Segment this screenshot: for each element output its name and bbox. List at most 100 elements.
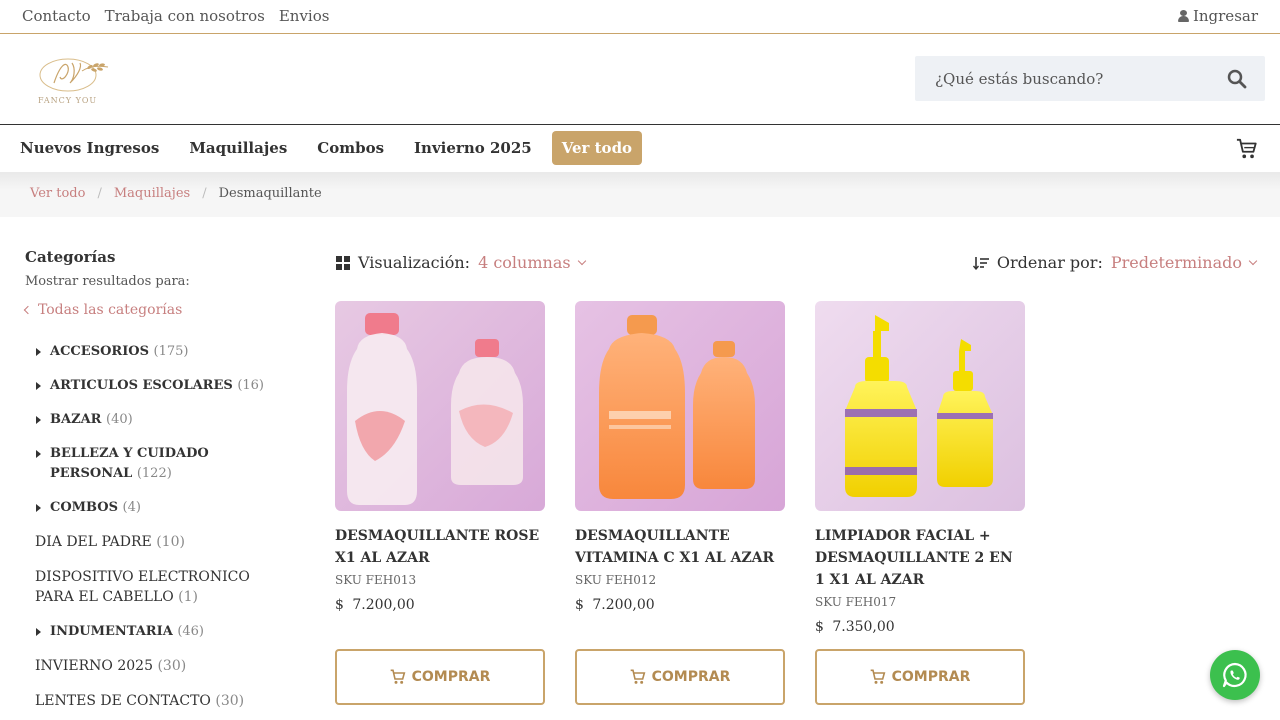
cart-icon [390,669,405,684]
shipping-link[interactable]: Envios [279,7,330,25]
buy-button[interactable]: COMPRAR [815,649,1025,705]
breadcrumb-see-all[interactable]: Ver todo [30,186,85,201]
product-price: $ 7.350,00 [815,619,895,635]
category-item[interactable]: INVIERNO 2025 (30) [35,656,280,676]
breadcrumb: Ver todo / Maquillajes / Desmaquillante [0,172,1280,217]
category-item[interactable]: INDUMENTARIA (46) [36,622,280,642]
chevron-down-icon [577,256,586,265]
breadcrumb-makeup[interactable]: Maquillajes [114,186,190,201]
sort-value: Predeterminado [1110,253,1242,272]
store-logo[interactable]: FANCY YOU [16,53,120,109]
category-item[interactable]: COMBOS (4) [36,498,280,518]
category-label: BAZAR [50,412,102,427]
chevron-down-icon [1248,256,1258,265]
jobs-link[interactable]: Trabaja con nosotros [105,7,265,25]
top-links: Contacto Trabaja con nosotros Envios [22,7,329,25]
category-item[interactable]: ARTICULOS ESCOLARES (16) [36,376,280,396]
cart-icon[interactable] [1236,138,1258,160]
logo-text: FANCY YOU [38,96,97,105]
category-item[interactable]: DISPOSITIVO ELECTRONICO PARA EL CABELLO … [35,567,275,607]
category-item[interactable]: LENTES DE CONTACTO (30) [35,691,280,711]
product-sku: SKU FEH013 [335,573,417,587]
category-label: COMBOS [50,500,119,515]
sort-icon [972,256,989,270]
nav-see-all-button[interactable]: Ver todo [551,131,643,165]
expand-arrow-icon [36,450,41,458]
grid-icon [336,255,350,270]
breadcrumb-separator: / [97,186,102,201]
category-count: (40) [106,412,133,427]
product-sku: SKU FEH012 [575,573,657,587]
sort-selector: Ordenar por: Predeterminado [972,253,1258,272]
cart-icon [630,669,645,684]
category-count: (4) [122,500,141,515]
sidebar-title: Categorías [25,248,116,266]
product-name[interactable]: DESMAQUILLANTE VITAMINA C X1 AL AZAR [575,525,785,569]
buy-label: COMPRAR [651,669,731,685]
nav-item-combos[interactable]: Combos [317,131,384,165]
user-icon [1177,10,1189,22]
product-price: $ 7.200,00 [335,597,415,613]
category-item[interactable]: ACCESORIOS (175) [36,342,280,362]
product-image[interactable] [575,301,785,511]
search-box [915,56,1265,101]
expand-arrow-icon [36,382,41,390]
category-count: (10) [156,534,185,550]
search-icon[interactable] [1227,69,1247,89]
sort-label: Ordenar por: [996,253,1103,272]
product-card: DESMAQUILLANTE VITAMINA C X1 AL AZAR SKU… [575,301,785,613]
category-count: (30) [157,658,187,674]
category-label: LENTES DE CONTACTO [35,693,211,709]
whatsapp-button[interactable] [1210,650,1260,700]
cart-icon [870,669,885,684]
all-categories-label: Todas las categorías [38,302,183,318]
contact-link[interactable]: Contacto [22,7,91,25]
category-count: (175) [153,344,189,359]
view-label: Visualización: [358,253,471,272]
category-label: DISPOSITIVO ELECTRONICO PARA EL CABELLO [35,569,250,605]
buy-label: COMPRAR [411,669,491,685]
login-label: Ingresar [1192,7,1258,25]
category-sidebar: Categorías Mostrar resultados para: Toda… [23,248,285,709]
expand-arrow-icon [36,628,41,636]
product-name[interactable]: LIMPIADOR FACIAL + DESMAQUILLANTE 2 EN 1… [815,525,1025,591]
nav-item-makeup[interactable]: Maquillajes [189,131,287,165]
product-card: DESMAQUILLANTE ROSE X1 AL AZAR SKU FEH01… [335,301,545,613]
category-label: DIA DEL PADRE [35,534,152,550]
nav-item-winter[interactable]: Invierno 2025 [414,131,532,165]
chevron-left-icon [23,305,33,315]
product-image[interactable] [335,301,545,511]
category-label: BELLEZA Y CUIDADO PERSONAL [50,446,209,481]
expand-arrow-icon [36,416,41,424]
category-label: INVIERNO 2025 [35,658,153,674]
category-label: ACCESORIOS [50,344,149,359]
whatsapp-icon [1222,662,1247,688]
sort-dropdown[interactable]: Predeterminado [1110,253,1258,272]
expand-arrow-icon [36,504,41,512]
product-sku: SKU FEH017 [815,595,897,609]
search-input[interactable] [915,56,1215,101]
header: FANCY YOU [0,35,1280,125]
all-categories-link[interactable]: Todas las categorías [23,302,285,318]
product-image[interactable] [815,301,1025,511]
category-item[interactable]: DIA DEL PADRE (10) [35,532,280,552]
product-name[interactable]: DESMAQUILLANTE ROSE X1 AL AZAR [335,525,545,569]
category-item[interactable]: BELLEZA Y CUIDADO PERSONAL (122) [36,444,280,484]
sidebar-subtitle: Mostrar resultados para: [25,274,190,289]
category-count: (16) [237,378,264,393]
view-columns-dropdown[interactable]: 4 columnas [478,253,586,272]
category-label: INDUMENTARIA [50,624,173,639]
breadcrumb-separator: / [202,186,207,201]
buy-button[interactable]: COMPRAR [335,649,545,705]
top-bar: Contacto Trabaja con nosotros Envios Ing… [0,0,1280,34]
category-item[interactable]: BAZAR (40) [36,410,280,430]
product-card: LIMPIADOR FACIAL + DESMAQUILLANTE 2 EN 1… [815,301,1025,635]
nav-item-new[interactable]: Nuevos Ingresos [20,131,159,165]
view-value: 4 columnas [478,253,571,272]
category-count: (122) [136,466,172,481]
category-count: (1) [178,589,199,605]
category-count: (46) [177,624,204,639]
buy-button[interactable]: COMPRAR [575,649,785,705]
login-link[interactable]: Ingresar [1177,7,1258,25]
view-selector: Visualización: 4 columnas [336,253,586,272]
